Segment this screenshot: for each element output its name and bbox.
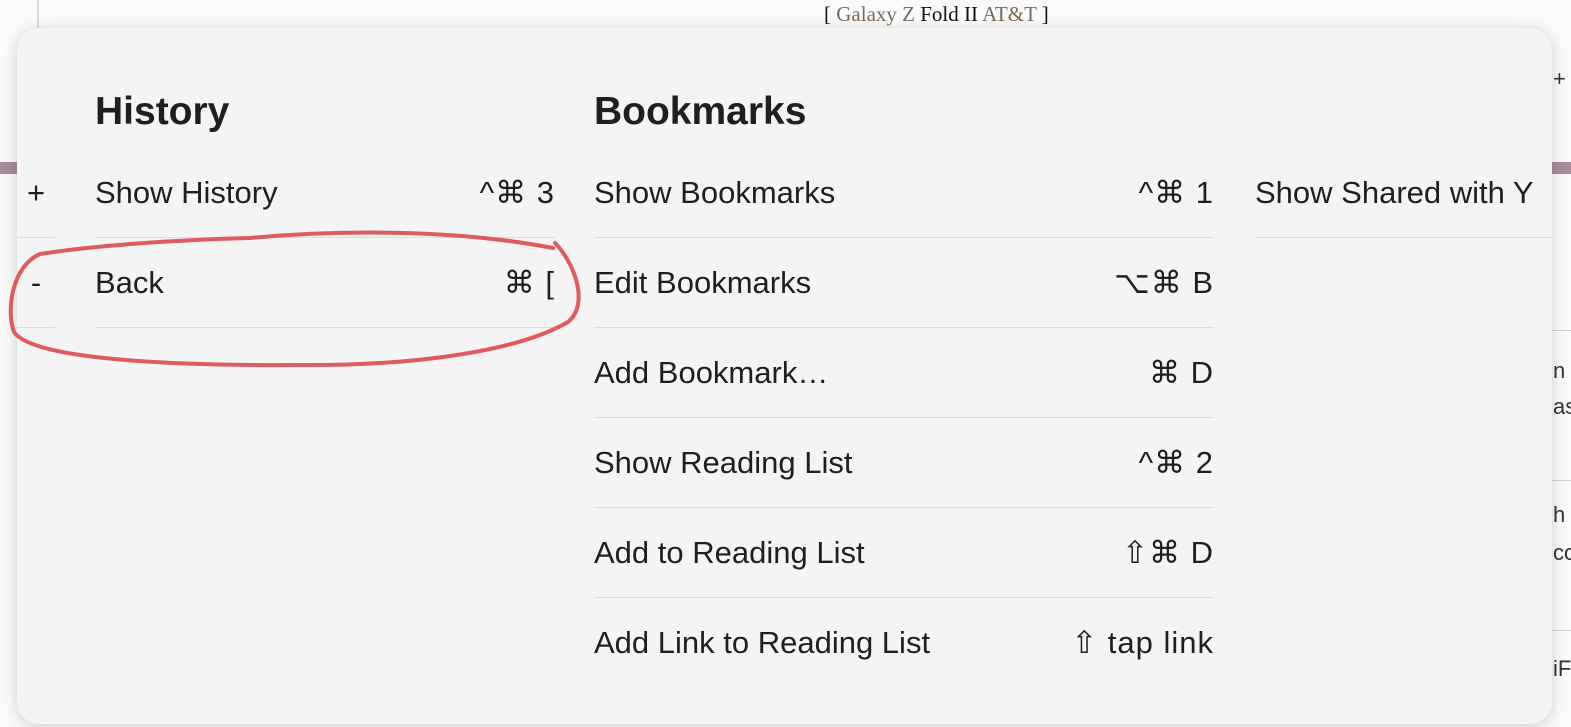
- background-divider: [37, 0, 39, 30]
- background-fragment: +: [1553, 66, 1566, 91]
- menu-item-show-bookmarks[interactable]: Show Bookmarks ^⌘ 1: [594, 148, 1214, 238]
- menu-item-show-reading-list[interactable]: Show Reading List ^⌘ 2: [594, 418, 1214, 508]
- header-part-galaxy: Galaxy Z: [836, 2, 915, 26]
- shortcut-keys: ^⌘ 1: [1138, 174, 1214, 210]
- background-fragment: h: [1553, 502, 1566, 527]
- keyboard-shortcuts-overlay: History + Show History ^⌘ 3 - Back ⌘ [ B…: [17, 28, 1552, 724]
- menu-item-label: Add to Reading List: [594, 534, 865, 570]
- background-device-header: [ Galaxy Z Fold II AT&T ]: [824, 2, 1049, 27]
- menu-item-show-shared-with-you[interactable]: Show Shared with Y: [1255, 148, 1552, 238]
- menu-item-show-history[interactable]: Show History ^⌘ 3: [95, 148, 555, 238]
- shortcut-keys: ⇧ tap link: [1071, 625, 1214, 660]
- menu-item-label: Edit Bookmarks: [594, 264, 812, 300]
- background-rule: [1552, 630, 1571, 631]
- background-fragment: iF: [1553, 656, 1571, 681]
- shortcut-keys: ⇧⌘ D: [1122, 534, 1214, 570]
- header-part-fold: Fold II: [920, 2, 978, 26]
- header-bracket-close: ]: [1041, 2, 1049, 26]
- menu-item-back[interactable]: Back ⌘ [: [95, 238, 555, 328]
- shortcut-keys: ⌘ [: [503, 264, 555, 300]
- menu-item-label: Back: [95, 264, 164, 300]
- menu-item-add-link-to-reading-list[interactable]: Add Link to Reading List ⇧ tap link: [594, 598, 1214, 688]
- shortcut-keys: ⌥⌘ B: [1113, 264, 1214, 300]
- menu-item-label: Show Bookmarks: [594, 174, 836, 210]
- menu-item-label: Add Bookmark…: [594, 354, 829, 390]
- history-title: History: [95, 90, 230, 133]
- shortcut-keys: ^⌘ 2: [1138, 444, 1214, 480]
- bookmarks-title: Bookmarks: [594, 90, 807, 133]
- menu-item-label: Show Reading List: [594, 444, 853, 480]
- background-fragment: n: [1553, 358, 1566, 383]
- background-rule: [1552, 480, 1571, 481]
- header-bracket-open: [: [824, 2, 831, 26]
- menu-item-label: Show History: [95, 174, 278, 210]
- background-band-right: [1552, 162, 1571, 174]
- header-part-carrier: AT&T: [982, 2, 1037, 26]
- menu-item-add-to-reading-list[interactable]: Add to Reading List ⇧⌘ D: [594, 508, 1214, 598]
- shortcut-keys: ⌘ D: [1149, 354, 1214, 390]
- menu-item-add-bookmark[interactable]: Add Bookmark… ⌘ D: [594, 328, 1214, 418]
- menu-item-edit-bookmarks[interactable]: Edit Bookmarks ⌥⌘ B: [594, 238, 1214, 328]
- background-fragment: co: [1553, 540, 1571, 565]
- background-rule: [1552, 330, 1571, 331]
- background-fragment: as: [1553, 394, 1571, 419]
- menu-item-label: Show Shared with Y: [1255, 174, 1534, 210]
- expand-marker: +: [17, 148, 55, 238]
- menu-item-label: Add Link to Reading List: [594, 625, 931, 660]
- shortcut-keys: ^⌘ 3: [479, 174, 555, 210]
- collapse-marker: -: [17, 238, 55, 328]
